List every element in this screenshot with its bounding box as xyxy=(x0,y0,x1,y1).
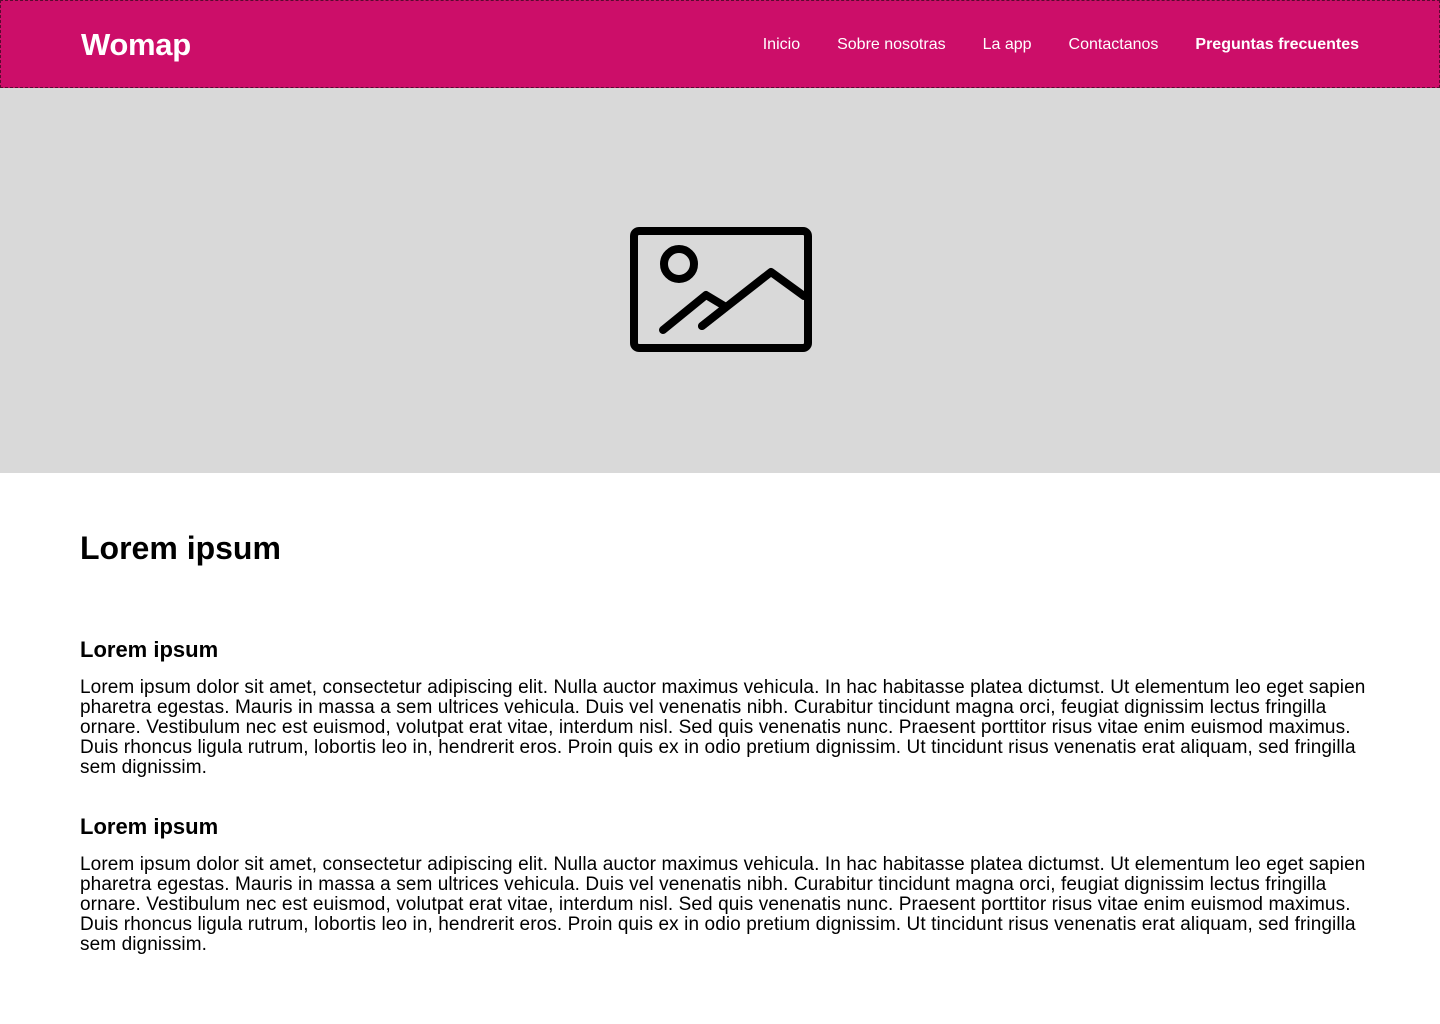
section-body: Lorem ipsum dolor sit amet, consectetur … xyxy=(80,854,1366,955)
nav-link-inicio[interactable]: Inicio xyxy=(763,35,800,55)
nav-link-preguntas-frecuentes[interactable]: Preguntas frecuentes xyxy=(1195,35,1359,55)
nav-link-la-app[interactable]: La app xyxy=(983,35,1032,55)
section-body: Lorem ipsum dolor sit amet, consectetur … xyxy=(80,677,1366,778)
hero-banner xyxy=(0,88,1440,473)
image-placeholder-icon xyxy=(630,227,812,352)
site-header: Womap Inicio Sobre nosotras La app Conta… xyxy=(0,0,1440,88)
main-nav: Inicio Sobre nosotras La app Contactanos… xyxy=(763,35,1359,55)
section-heading: Lorem ipsum xyxy=(80,637,219,662)
nav-link-contactanos[interactable]: Contactanos xyxy=(1069,35,1159,55)
page-title: Lorem ipsum xyxy=(80,530,281,566)
nav-link-sobre-nosotras[interactable]: Sobre nosotras xyxy=(837,35,946,55)
section-heading: Lorem ipsum xyxy=(80,814,219,839)
logo[interactable]: Womap xyxy=(81,27,191,63)
main-content: Lorem ipsum Lorem ipsum Lorem ipsum dolo… xyxy=(80,528,1370,955)
